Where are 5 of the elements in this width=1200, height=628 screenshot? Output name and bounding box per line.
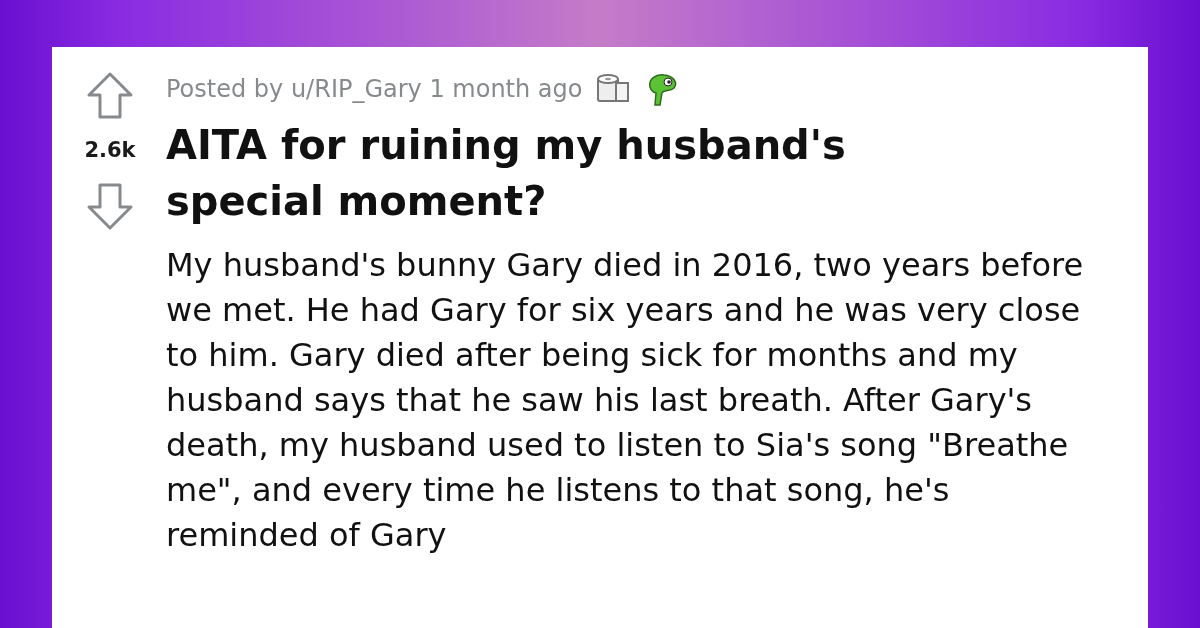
post-body: My husband's bunny Gary died in 2016, two years before we met. He had Gary for six years and he was very close to him. Gary died after being sick for months and my husband says that he saw his last breath. After Gary's death, my husband used to listen to Sia's song "Breathe me", and every time he listens to that song, he's reminded of Gary: [166, 245, 1085, 556]
upvote-icon[interactable]: [86, 71, 134, 121]
post-title[interactable]: AITA for ruining my husband's special moment?: [166, 117, 886, 229]
post-meta: Posted by u/RIP_Gary 1 month ago: [166, 74, 583, 105]
vote-count: 2.6k: [84, 137, 136, 164]
